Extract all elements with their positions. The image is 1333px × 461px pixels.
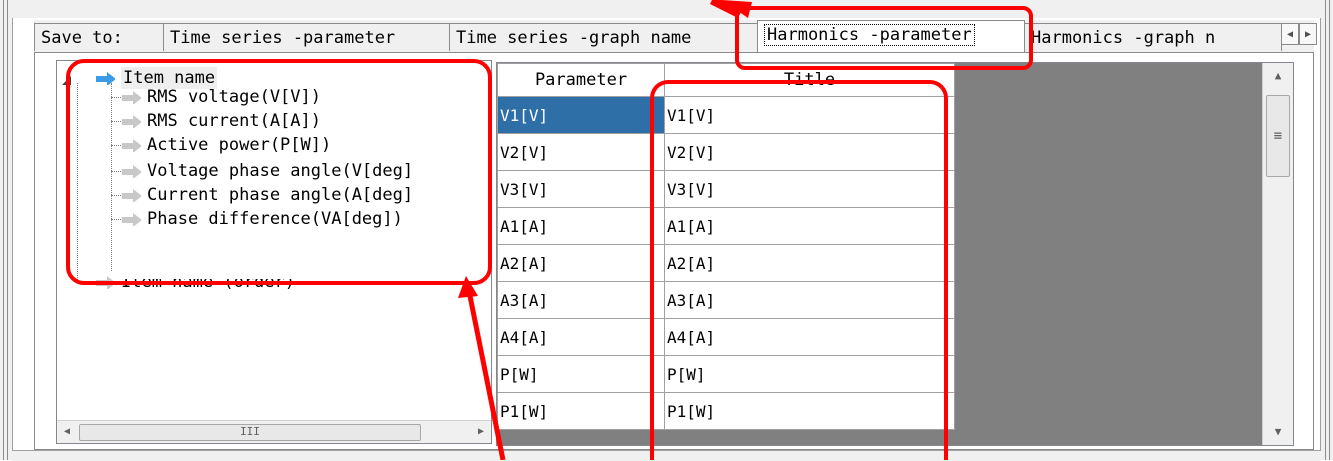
tab-harmonics-parameter[interactable]: Harmonics -parameter bbox=[757, 20, 1025, 52]
annotation-arrows bbox=[458, 0, 752, 460]
annotation-arrow-tree bbox=[458, 276, 506, 460]
annotation-arrow-tab bbox=[709, 0, 752, 19]
tab-label: Harmonics -parameter bbox=[764, 24, 975, 46]
